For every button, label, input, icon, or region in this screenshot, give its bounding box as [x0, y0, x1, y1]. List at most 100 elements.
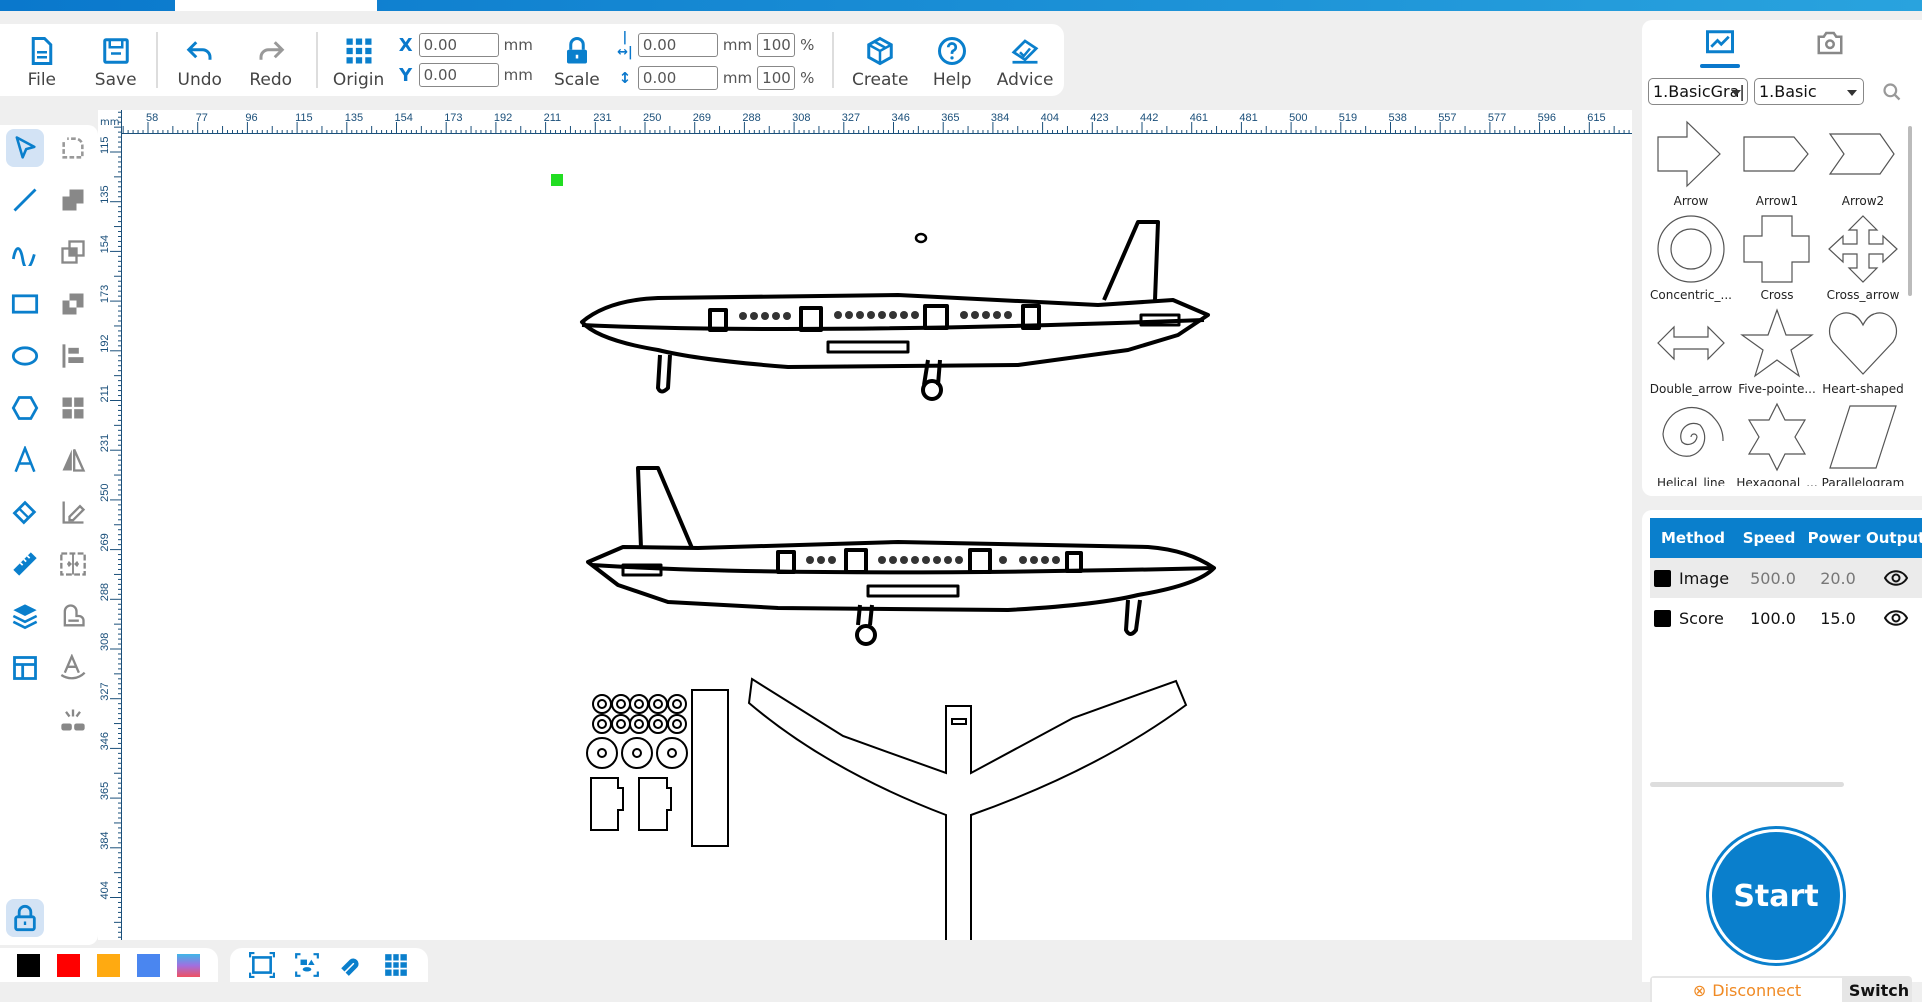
color-swatch-gradient[interactable] [177, 953, 200, 977]
polygon-tool[interactable] [6, 389, 44, 427]
save-button[interactable]: Save [84, 26, 148, 94]
ruler-label: 423 [1090, 112, 1108, 124]
subcategory-select[interactable]: 1.Basic [1754, 78, 1864, 105]
airplane-side-view-right[interactable] [580, 220, 1210, 401]
shape-arrow[interactable]: Arrow [1648, 120, 1734, 214]
undo-button[interactable]: Undo [166, 26, 234, 94]
redo-button[interactable]: Redo [234, 26, 308, 94]
layer-row[interactable]: Score 100.0 15.0 [1650, 598, 1922, 638]
height-input[interactable] [637, 66, 718, 90]
main-toolbar: File Save Undo Redo Origin Xmm Ymm Scale… [0, 24, 1064, 96]
eye-icon[interactable] [1884, 609, 1908, 627]
measure-tool[interactable] [6, 545, 44, 583]
offset-tool[interactable] [54, 597, 92, 635]
toolbar-divider [315, 32, 318, 88]
combine-tool[interactable] [54, 545, 92, 583]
ruler-label: 269 [693, 112, 711, 124]
shape-arrow2[interactable]: Arrow2 [1820, 120, 1906, 214]
help-button[interactable]: Help [918, 26, 986, 94]
shape-five-pointed-star[interactable]: Five-pointe... [1734, 308, 1820, 402]
shape-list-scrollbar[interactable] [1908, 126, 1912, 296]
magnet-snap-icon[interactable] [338, 952, 364, 978]
tab-shape-library[interactable] [1690, 28, 1750, 68]
search-icon[interactable] [1882, 82, 1902, 102]
ellipse-icon [11, 346, 39, 366]
curve-tool[interactable] [6, 233, 44, 271]
airplane-parts-layout[interactable] [586, 677, 1188, 940]
origin-grid-icon [346, 38, 372, 64]
tab-camera[interactable] [1800, 28, 1860, 68]
disconnect-label: Disconnect [1712, 980, 1802, 1000]
scale-lock-button[interactable]: Scale [543, 26, 611, 94]
shape-label: Arrow1 [1755, 194, 1799, 208]
horizontal-ruler[interactable]: 58 77 96 115 135 154 173 192 211 231 250 269 288 308 3… [98, 110, 1632, 134]
file-button[interactable]: File [0, 26, 84, 94]
edit-shape-tool[interactable] [54, 493, 92, 531]
ruler-label: 308 [99, 633, 111, 651]
shape-cross-arrow[interactable]: Cross_arrow [1820, 214, 1906, 308]
color-swatch-black[interactable] [17, 953, 40, 977]
active-document-tab[interactable] [175, 0, 377, 11]
width-percent-input[interactable] [757, 33, 796, 57]
distribute-tool[interactable] [54, 389, 92, 427]
edit-nodes-tool[interactable] [54, 129, 92, 167]
fit-frame-icon[interactable] [249, 952, 276, 978]
offset-cloud-icon [63, 604, 85, 627]
x-position-input[interactable] [418, 33, 499, 57]
color-swatch-blue[interactable] [137, 953, 160, 977]
union-tool[interactable] [54, 181, 92, 219]
difference-tool[interactable] [54, 285, 92, 323]
advice-label: Advice [996, 70, 1054, 90]
select-tool[interactable] [6, 129, 44, 167]
grid-icon[interactable] [383, 952, 409, 978]
shape-concentric[interactable]: Concentric_... [1648, 214, 1734, 308]
design-canvas[interactable] [98, 110, 1632, 940]
layer-color-swatch[interactable] [1654, 609, 1671, 627]
eye-icon[interactable] [1884, 569, 1908, 587]
small-wheels [592, 694, 687, 734]
title-bar [0, 0, 1922, 11]
shape-double-arrow[interactable]: Double_arrow [1648, 308, 1734, 402]
text-icon [14, 446, 36, 473]
airplane-side-view-left[interactable] [586, 466, 1216, 646]
text-on-path-tool[interactable] [54, 649, 92, 687]
shape-parallelogram[interactable]: Parallelogram [1820, 402, 1906, 486]
height-percent-input[interactable] [757, 66, 796, 90]
shape-arrow1[interactable]: Arrow1 [1734, 120, 1820, 214]
help-icon [938, 37, 967, 65]
lock-canvas-button[interactable] [6, 899, 44, 937]
y-position-input[interactable] [418, 63, 499, 87]
mirror-tool[interactable] [54, 441, 92, 479]
width-input[interactable] [637, 33, 718, 57]
start-button[interactable]: Start [1712, 832, 1840, 960]
ellipse-tool[interactable] [6, 337, 44, 375]
create-button[interactable]: Create [842, 26, 918, 94]
shape-heart[interactable]: Heart-shaped [1820, 308, 1906, 402]
shape-cross[interactable]: Cross [1734, 214, 1820, 308]
rectangle-tool[interactable] [6, 285, 44, 323]
advice-button[interactable]: Advice [986, 26, 1064, 94]
layer-speed: 500.0 [1750, 568, 1796, 588]
align-left-tool[interactable] [54, 337, 92, 375]
layers-tool[interactable] [6, 597, 44, 635]
layer-color-swatch[interactable] [1654, 569, 1671, 587]
category-select[interactable]: 1.BasicGra| [1648, 78, 1748, 105]
scale-label: Scale [554, 70, 600, 90]
vertical-ruler[interactable]: 115 135 154 173 192 211 231 250 269 288 308 327 346 3… [98, 110, 122, 940]
origin-button[interactable]: Origin [326, 26, 392, 94]
eraser-tool[interactable] [6, 493, 44, 531]
shape-label: Hexagonal_... [1736, 476, 1818, 486]
shape-hexagonal-star[interactable]: Hexagonal_... [1734, 402, 1820, 486]
star-icon [1740, 308, 1814, 378]
laser-tool[interactable] [54, 701, 92, 739]
color-swatch-orange[interactable] [97, 953, 120, 977]
layer-row[interactable]: Image 500.0 20.0 [1650, 558, 1922, 598]
line-tool[interactable] [6, 181, 44, 219]
color-swatch-red[interactable] [57, 953, 80, 977]
shape-helical-line[interactable]: Helical_line [1648, 402, 1734, 486]
intersect-tool[interactable] [54, 233, 92, 271]
ruler-label: 481 [1239, 112, 1257, 124]
text-tool[interactable] [6, 441, 44, 479]
layout-tool[interactable] [6, 649, 44, 687]
fit-selection-icon[interactable] [294, 952, 320, 978]
